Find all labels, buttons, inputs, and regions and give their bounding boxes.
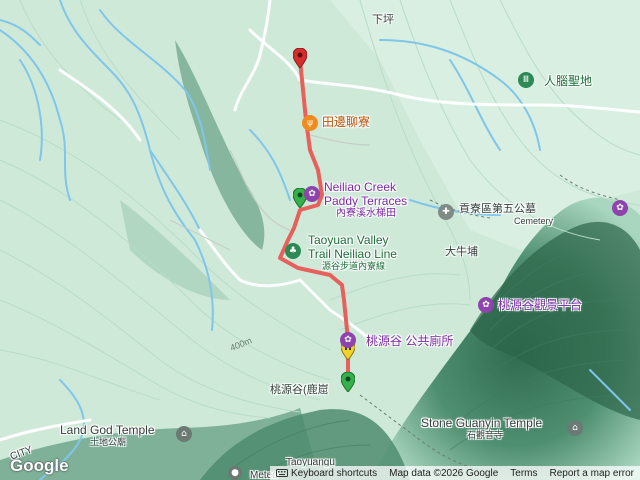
attribution-bar: Keyboard shortcuts Map data ©2026 Google… bbox=[269, 466, 640, 480]
attraction-icon-edge[interactable]: ✿ bbox=[612, 200, 628, 216]
label-taoyuan-trail-1[interactable]: Taoyuan Valley bbox=[308, 233, 389, 247]
label-neiliao-creek-zh[interactable]: 內寮溪水梯田 bbox=[336, 208, 396, 219]
label-tianbian-liaoliao[interactable]: 田邊聊寮 bbox=[322, 115, 370, 129]
route-end-marker-red[interactable] bbox=[293, 48, 307, 68]
label-stone-guanyin-en[interactable]: Stone Guanyin Temple bbox=[421, 416, 542, 430]
temple-icon-stone-guanyin[interactable]: ⌂ bbox=[567, 420, 583, 436]
restaurant-icon[interactable]: ψ bbox=[302, 115, 318, 131]
label-taoyuan-trail-2[interactable]: Trail Neiliao Line bbox=[308, 247, 397, 261]
label-cemetery-en[interactable]: Cemetery bbox=[514, 216, 553, 227]
temple-icon-land-god[interactable]: ⌂ bbox=[176, 426, 192, 442]
google-logo: Google bbox=[10, 456, 69, 475]
label-neiliao-creek-2[interactable]: Paddy Terraces bbox=[324, 194, 407, 208]
map-canvas[interactable]: Ⅲ ψ ✿ ✚ ♣ ✿ ✿ ⌂ ⌂ ✿ ● 下坪 人腦聖地 田邊聊寮 Neili… bbox=[0, 0, 640, 480]
label-xiaping[interactable]: 下坪 bbox=[372, 14, 394, 26]
attraction-icon-neiliao[interactable]: ✿ bbox=[304, 186, 320, 202]
route-start-marker-green[interactable] bbox=[341, 372, 355, 392]
label-taoyuangu-toilet[interactable]: 桃源谷 公共廁所 bbox=[366, 334, 453, 348]
cemetery-icon[interactable]: ✚ bbox=[438, 204, 454, 220]
attraction-icon-toilet[interactable]: ✿ bbox=[340, 332, 356, 348]
keyboard-shortcuts-label: Keyboard shortcuts bbox=[290, 467, 378, 479]
map-data-label: Map data ©2026 Google bbox=[389, 467, 499, 479]
label-stone-guanyin-zh[interactable]: 石觀音寺 bbox=[467, 430, 503, 441]
label-land-god-zh[interactable]: 土地公廟 bbox=[90, 437, 126, 448]
label-taoyuangu-viewpoint[interactable]: 桃源谷觀景平台 bbox=[498, 298, 582, 312]
terms-link[interactable]: Terms bbox=[504, 468, 543, 479]
label-land-god-en[interactable]: Land God Temple bbox=[60, 423, 155, 437]
park-icon[interactable]: ♣ bbox=[285, 243, 301, 259]
label-taoyuangu-luku[interactable]: 桃源谷(鹿崫 bbox=[270, 384, 329, 396]
label-renao-sheng-di[interactable]: 人腦聖地 bbox=[544, 74, 592, 88]
label-daniupu[interactable]: 大牛埔 bbox=[445, 246, 478, 258]
monument-icon[interactable]: Ⅲ bbox=[518, 72, 534, 88]
label-taoyuan-trail-zh[interactable]: 源谷步道內寮線 bbox=[322, 261, 385, 272]
label-neiliao-creek-1[interactable]: Neiliao Creek bbox=[324, 180, 396, 194]
keyboard-shortcuts-button[interactable]: Keyboard shortcuts bbox=[270, 468, 383, 479]
keyboard-icon bbox=[275, 469, 288, 477]
place-icon-bottom: ● bbox=[228, 466, 242, 480]
report-map-error-link[interactable]: Report a map error bbox=[544, 468, 640, 479]
label-cemetery-zh[interactable]: 貢寮區第五公墓 bbox=[459, 203, 536, 215]
attraction-icon-viewpoint[interactable]: ✿ bbox=[478, 297, 494, 313]
